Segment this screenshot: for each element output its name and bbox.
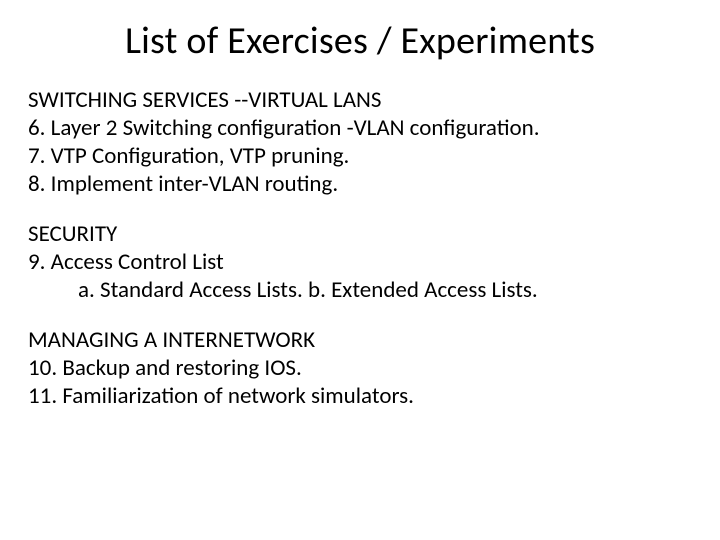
spacer	[28, 198, 692, 220]
spacer	[28, 304, 692, 326]
list-item: 9. Access Control List	[28, 248, 692, 276]
section-heading: SECURITY	[28, 220, 692, 248]
list-item: 6. Layer 2 Switching configuration -VLAN…	[28, 114, 692, 142]
list-item: 10. Backup and restoring IOS.	[28, 354, 692, 382]
slide-title: List of Exercises / Experiments	[28, 18, 692, 64]
list-item: 8. Implement inter-VLAN routing.	[28, 170, 692, 198]
list-item: 11. Familiarization of network simulator…	[28, 382, 692, 410]
list-subitem: a. Standard Access Lists. b. Extended Ac…	[28, 276, 692, 304]
section-heading: SWITCHING SERVICES --VIRTUAL LANS	[28, 86, 692, 114]
slide-body: SWITCHING SERVICES --VIRTUAL LANS 6. Lay…	[28, 86, 692, 410]
section-heading: MANAGING A INTERNETWORK	[28, 326, 692, 354]
slide: List of Exercises / Experiments SWITCHIN…	[0, 0, 720, 540]
list-item: 7. VTP Configuration, VTP pruning.	[28, 142, 692, 170]
